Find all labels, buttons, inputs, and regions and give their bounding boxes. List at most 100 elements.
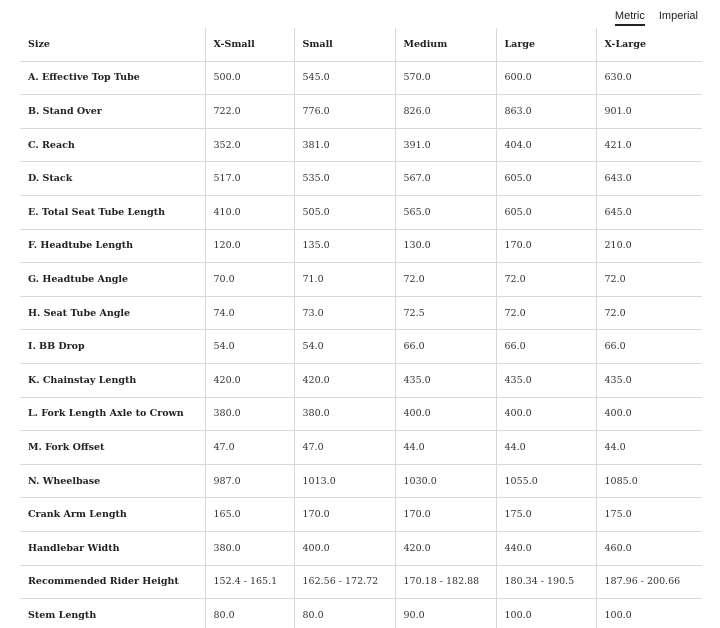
row-label: H. Seat Tube Angle	[20, 296, 206, 331]
table-cell: 73.0	[294, 296, 396, 331]
table-cell: 1013.0	[294, 464, 396, 499]
table-header-row: Size X-Small Small Medium Large X-Large	[20, 28, 702, 62]
table-cell: 400.0	[294, 531, 396, 566]
table-cell: 187.96 - 200.66	[596, 565, 702, 600]
column-header-medium: Medium	[395, 28, 497, 62]
table-cell: 352.0	[205, 128, 295, 163]
table-cell: 380.0	[205, 397, 295, 432]
table-cell: 420.0	[205, 363, 295, 398]
table-cell: 776.0	[294, 94, 396, 129]
table-cell: 71.0	[294, 262, 396, 297]
table-cell: 54.0	[205, 329, 295, 364]
table-row: Stem Length 80.0 80.0 90.0 100.0 100.0	[20, 598, 702, 628]
table-cell: 90.0	[395, 598, 497, 628]
table-row: B. Stand Over 722.0 776.0 826.0 863.0 901.0	[20, 94, 702, 129]
row-label: D. Stack	[20, 161, 206, 196]
table-cell: 210.0	[596, 229, 702, 264]
table-cell: 72.0	[496, 296, 597, 331]
table-cell: 460.0	[596, 531, 702, 566]
table-cell: 44.0	[496, 430, 597, 465]
table-row: D. Stack 517.0 535.0 567.0 605.0 643.0	[20, 161, 702, 196]
table-cell: 400.0	[496, 397, 597, 432]
table-cell: 420.0	[395, 531, 497, 566]
table-row: K. Chainstay Length 420.0 420.0 435.0 435.0 4…	[20, 363, 702, 398]
table-cell: 100.0	[596, 598, 702, 628]
table-row: L. Fork Length Axle to Crown 380.0 380.0 40…	[20, 397, 702, 432]
table-cell: 440.0	[496, 531, 597, 566]
row-label: K. Chainstay Length	[20, 363, 206, 398]
size-header: Size	[20, 28, 206, 62]
table-cell: 72.0	[596, 262, 702, 297]
metric-toggle[interactable]: Metric	[614, 10, 645, 26]
table-cell: 565.0	[395, 195, 497, 230]
row-label: Recommended Rider Height	[20, 565, 206, 600]
table-row: C. Reach 352.0 381.0 391.0 404.0 421.0	[20, 128, 702, 163]
row-label: Crank Arm Length	[20, 497, 206, 532]
table-cell: 987.0	[205, 464, 295, 499]
table-cell: 410.0	[205, 195, 295, 230]
table-cell: 722.0	[205, 94, 295, 129]
table-cell: 400.0	[395, 397, 497, 432]
geometry-table: Size X-Small Small Medium Large X-Large …	[20, 28, 702, 628]
table-cell: 66.0	[496, 329, 597, 364]
row-label: Handlebar Width	[20, 531, 206, 566]
imperial-toggle[interactable]: Imperial	[659, 10, 698, 26]
row-label: L. Fork Length Axle to Crown	[20, 397, 206, 432]
row-label: M. Fork Offset	[20, 430, 206, 465]
row-label: F. Headtube Length	[20, 229, 206, 264]
table-cell: 645.0	[596, 195, 702, 230]
unit-toggle: Metric Imperial	[614, 10, 698, 26]
table-cell: 54.0	[294, 329, 396, 364]
table-row: Handlebar Width 380.0 400.0 420.0 440.0 460.0	[20, 531, 702, 566]
table-cell: 165.0	[205, 497, 295, 532]
table-row: Crank Arm Length 165.0 170.0 170.0 175.0 175.…	[20, 497, 702, 532]
table-row: H. Seat Tube Angle 74.0 73.0 72.5 72.0 72.0	[20, 296, 702, 331]
table-row: A. Effective Top Tube 500.0 545.0 570.0 600.…	[20, 61, 702, 96]
table-cell: 545.0	[294, 61, 396, 96]
table-row: I. BB Drop 54.0 54.0 66.0 66.0 66.0	[20, 329, 702, 364]
table-cell: 826.0	[395, 94, 497, 129]
table-cell: 130.0	[395, 229, 497, 264]
table-cell: 535.0	[294, 161, 396, 196]
row-label: G. Headtube Angle	[20, 262, 206, 297]
table-cell: 600.0	[496, 61, 597, 96]
table-cell: 175.0	[596, 497, 702, 532]
table-cell: 135.0	[294, 229, 396, 264]
table-cell: 630.0	[596, 61, 702, 96]
table-row: E. Total Seat Tube Length 410.0 505.0 565.0…	[20, 195, 702, 230]
table-cell: 380.0	[205, 531, 295, 566]
table-cell: 47.0	[205, 430, 295, 465]
table-cell: 180.34 - 190.5	[496, 565, 597, 600]
table-row: M. Fork Offset 47.0 47.0 44.0 44.0 44.0	[20, 430, 702, 465]
table-cell: 80.0	[294, 598, 396, 628]
table-cell: 66.0	[395, 329, 497, 364]
table-cell: 381.0	[294, 128, 396, 163]
table-cell: 404.0	[496, 128, 597, 163]
table-cell: 421.0	[596, 128, 702, 163]
table-cell: 1085.0	[596, 464, 702, 499]
table-row: N. Wheelbase 987.0 1013.0 1030.0 1055.0 1085.…	[20, 464, 702, 499]
table-cell: 80.0	[205, 598, 295, 628]
table-cell: 391.0	[395, 128, 497, 163]
geometry-table-body: A. Effective Top Tube 500.0 545.0 570.0 600.…	[20, 61, 702, 628]
row-label: Stem Length	[20, 598, 206, 628]
table-row: G. Headtube Angle 70.0 71.0 72.0 72.0 72.0	[20, 262, 702, 297]
row-label: E. Total Seat Tube Length	[20, 195, 206, 230]
table-cell: 400.0	[596, 397, 702, 432]
table-cell: 74.0	[205, 296, 295, 331]
table-cell: 1030.0	[395, 464, 497, 499]
table-cell: 44.0	[596, 430, 702, 465]
table-cell: 72.0	[395, 262, 497, 297]
table-cell: 1055.0	[496, 464, 597, 499]
row-label: B. Stand Over	[20, 94, 206, 129]
table-cell: 570.0	[395, 61, 497, 96]
table-cell: 44.0	[395, 430, 497, 465]
table-cell: 170.18 - 182.88	[395, 565, 497, 600]
table-cell: 72.0	[596, 296, 702, 331]
table-cell: 170.0	[294, 497, 396, 532]
row-label: C. Reach	[20, 128, 206, 163]
table-cell: 162.56 - 172.72	[294, 565, 396, 600]
column-header-large: Large	[496, 28, 597, 62]
table-cell: 517.0	[205, 161, 295, 196]
table-cell: 100.0	[496, 598, 597, 628]
